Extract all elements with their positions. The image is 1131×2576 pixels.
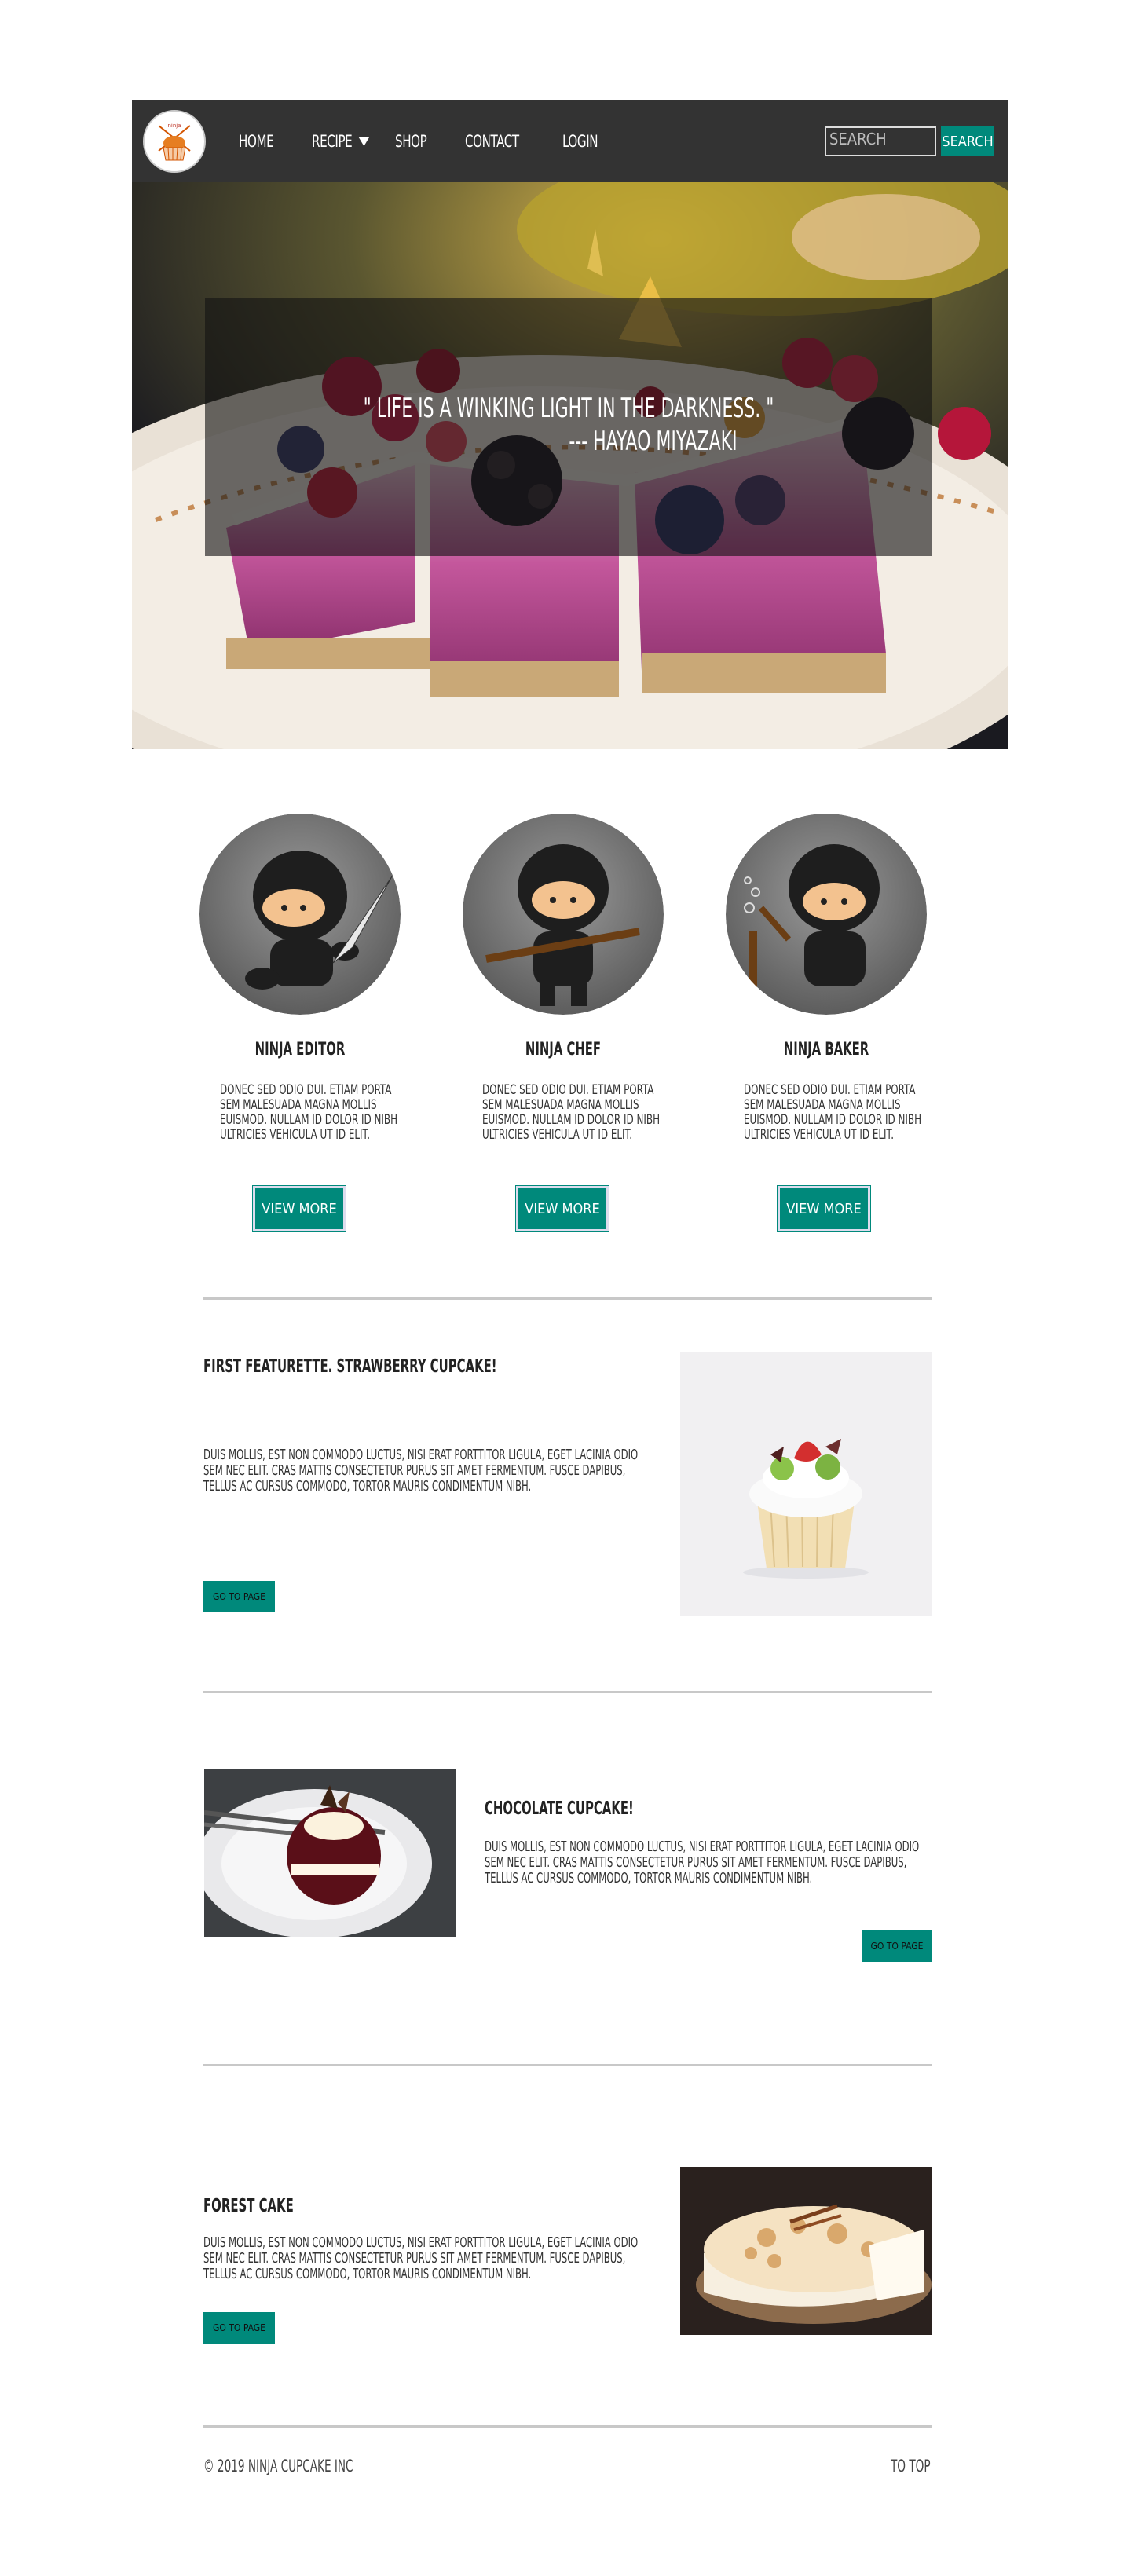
page-container: ninja HOME RECIPE SHOP CONTACT LOGIN SEA… [132, 100, 1008, 749]
nav-recipe-label: RECIPE [312, 131, 353, 151]
ninja-baker-image [726, 814, 927, 1015]
ninja-baker-view-more-button[interactable]: VIEW MORE [777, 1185, 871, 1232]
feature-1-go-button[interactable]: GO TO PAGE [203, 1581, 275, 1612]
ninja-editor-text: DONEC SED ODIO DUI. ETIAM PORTA SEM MALE… [220, 1082, 398, 1143]
ninja-chef-text: DONEC SED ODIO DUI. ETIAM PORTA SEM MALE… [482, 1082, 661, 1143]
ninja-chef-view-more-button[interactable]: VIEW MORE [515, 1185, 609, 1232]
hero-banner: " LIFE IS A WINKING LIGHT IN THE DARKNES… [132, 182, 1008, 749]
ninja-card-baker: NINJA BAKER DONEC SED ODIO DUI. ETIAM PO… [716, 814, 936, 1232]
chocolate-cupcake-image [196, 1769, 456, 1938]
feature-1-title: FIRST FEATURETTE. STRAWBERRY CUPCAKE! [203, 1356, 497, 1377]
feature-3-title: FOREST CAKE [203, 2196, 294, 2216]
nav-home[interactable]: HOME [239, 132, 274, 151]
divider [203, 2064, 932, 2066]
nav-contact[interactable]: CONTACT [465, 132, 519, 151]
quote-overlay: " LIFE IS A WINKING LIGHT IN THE DARKNES… [205, 298, 932, 556]
nav-menu: HOME RECIPE SHOP CONTACT LOGIN [239, 100, 636, 182]
search-button[interactable]: SEARCH [941, 126, 994, 156]
caret-down-icon [358, 136, 371, 146]
ninja-card-editor: NINJA EDITOR DONEC SED ODIO DUI. ETIAM P… [190, 814, 410, 1232]
feature-3-text: DUIS MOLLIS, EST NON COMMODO LUCTUS, NIS… [203, 2234, 639, 2282]
search-input[interactable]: SEARCH [825, 126, 936, 156]
divider [203, 2425, 932, 2428]
to-top-link[interactable]: TO TOP [891, 2457, 931, 2475]
ninja-baker-title: NINJA BAKER [783, 1040, 869, 1059]
feature-2-text: DUIS MOLLIS, EST NON COMMODO LUCTUS, NIS… [485, 1839, 920, 1886]
feature-3-go-button[interactable]: GO TO PAGE [203, 2312, 275, 2344]
hero-quote-author: --- HAYAO MIYAZAKI [569, 426, 738, 457]
logo[interactable]: ninja [143, 110, 206, 173]
ninja-baker-text: DONEC SED ODIO DUI. ETIAM PORTA SEM MALE… [744, 1082, 922, 1143]
ninja-chef-image [463, 814, 664, 1015]
divider [203, 1691, 932, 1693]
ninja-editor-image [199, 814, 401, 1015]
navbar: ninja HOME RECIPE SHOP CONTACT LOGIN SEA… [132, 100, 1008, 182]
ninja-editor-view-more-button[interactable]: VIEW MORE [252, 1185, 346, 1232]
ninja-editor-title: NINJA EDITOR [254, 1040, 346, 1059]
strawberry-cupcake-image [680, 1352, 932, 1616]
nav-login[interactable]: LOGIN [562, 132, 598, 151]
svg-text:ninja: ninja [167, 123, 181, 129]
forest-cake-image [680, 2167, 932, 2335]
nav-shop[interactable]: SHOP [395, 132, 427, 151]
ninja-chef-title: NINJA CHEF [525, 1040, 602, 1059]
feature-2-go-button[interactable]: GO TO PAGE [862, 1930, 932, 1962]
footer-copyright: © 2019 NINJA CUPCAKE INC [203, 2457, 353, 2475]
feature-2-title: CHOCOLATE CUPCAKE! [485, 1798, 634, 1819]
feature-1-text: DUIS MOLLIS, EST NON COMMODO LUCTUS, NIS… [203, 1447, 639, 1495]
nav-recipe[interactable]: RECIPE [312, 131, 371, 151]
ninja-card-chef: NINJA CHEF DONEC SED ODIO DUI. ETIAM POR… [453, 814, 673, 1232]
divider [203, 1297, 932, 1300]
hero-quote: " LIFE IS A WINKING LIGHT IN THE DARKNES… [363, 393, 774, 424]
